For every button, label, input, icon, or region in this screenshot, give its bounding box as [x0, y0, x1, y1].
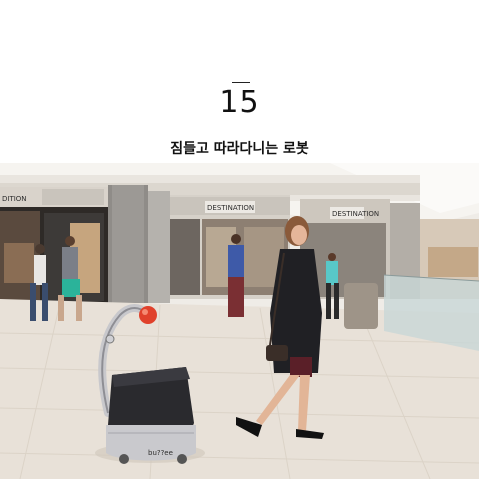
store-sign-middle: DESTINATION	[207, 204, 254, 212]
header: 15 짐들고 따라다니는 로봇	[0, 0, 479, 163]
robot-brand-label: bu??ee	[148, 449, 173, 457]
left-storefront: DITION	[0, 187, 108, 303]
store-sign-right: DESTINATION	[332, 210, 379, 218]
item-title: 짐들고 따라다니는 로봇	[170, 141, 309, 157]
item-number: 15	[219, 85, 260, 120]
title-rule	[232, 82, 250, 83]
store-sign-left: DITION	[2, 195, 27, 203]
mall-photo: DITION DESTINATION DESTINATION bu??ee	[0, 163, 479, 479]
